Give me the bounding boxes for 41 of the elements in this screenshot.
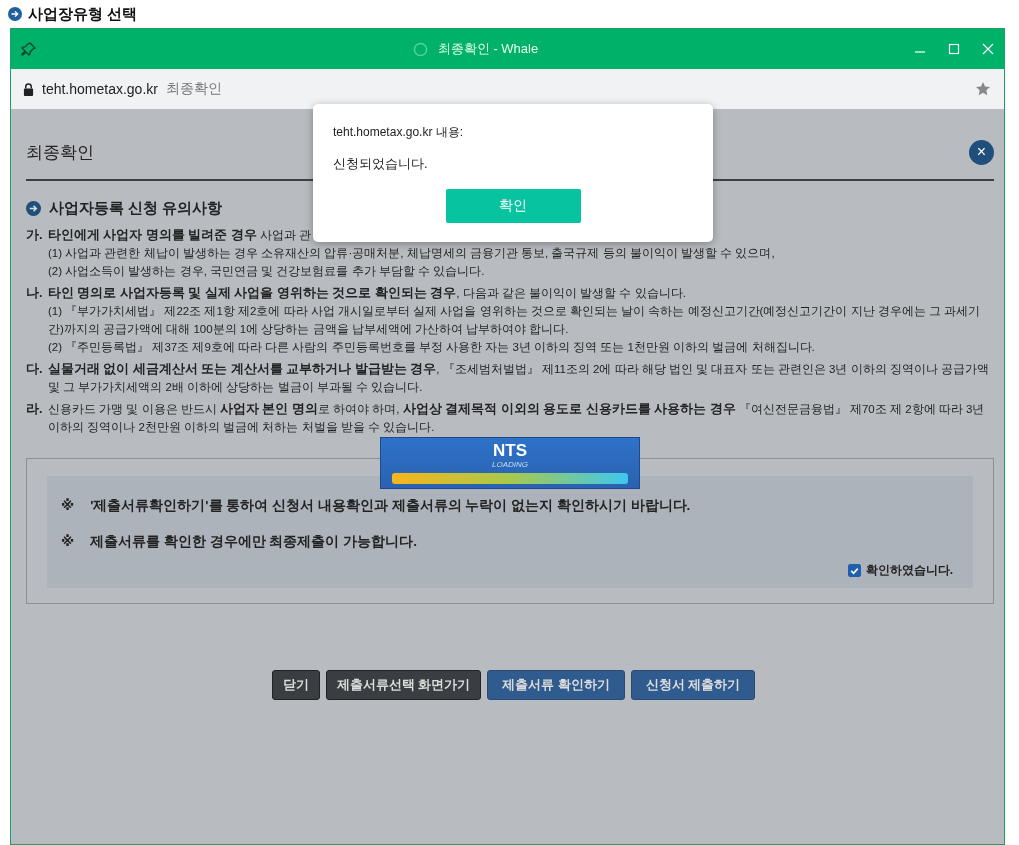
reference-mark: ※ [61,497,75,515]
close-button[interactable]: × [969,139,994,165]
dialog-heading: 최종확인 [26,141,94,164]
pin-icon[interactable] [21,41,37,57]
circle-icon [412,41,428,57]
loading-subtitle: LOADING [492,460,528,470]
notice-subtext: (2) 사업소득이 발생하는 경우, 국민연금 및 건강보험료를 추가 부담할 수 있습니다. [47,264,486,279]
action-button[interactable]: 신청서 제출하기 [630,670,756,700]
notice-line: 제출서류를 확인한 경우에만 최종제출이 가능합니다. [90,533,417,551]
notice-subtext: (1) 사업과 관련한 체납이 발생하는 경우 소유재산의 압류·공매처분, 체납명세의 금융기관 통보, 출국규제 등의 불이익이 발생할 수 있으며, [47,246,776,261]
section-title: 사업자등록 신청 유의사항 [49,199,223,218]
item-marker: 라. [26,401,44,418]
reference-mark: ※ [61,533,75,551]
address-page-title: 최종확인 [165,80,222,98]
item-marker: 가. [26,227,44,244]
loading-title: NTS [493,442,527,460]
notice-text: 신용카드 가맹 및 이용은 반드시 사업자 본인 명의로 하여야 하며, 사업상 결제목적 이외의 용도로 신용카드를 사용하는 경우 『여신전문금융법』 제70조 제 2항에 따라 3년이하의 징역이나 2천만원 이하의 벌금에 처하는 처벌을 받을 수 있습니다. [48,401,986,435]
item-marker: 나. [26,285,44,302]
arrow-circle-icon [8,7,22,21]
notice-subtext: (1) 『부가가치세법』 제22조 제1항 제2호에 따라 사업 개시일로부터 실제 사업을 영위하는 것으로 확인되는 날이 속하는 예정신고기간(예정신고기간이 지난 경우에는 그 과세기간)까지의 공급가액에 대해 100분의 1에 상당하는 금액을 납부세액에 가산하여 납부하여야 합니다. [47,304,982,337]
checkbox-label: 확인하였습니다. [865,562,953,579]
notice-text: 실물거래 없이 세금계산서 또는 계산서를 교부하거나 발급받는 경우, 『조세범처벌법』 제11조의 2에 따라 해당 법인 및 대표자 또는 관련인은 3년 이하의 징역이나 공급가액 및 그 부가가치세액의 2배 이하에 상당하는 벌금이 부과될 수 있습니다. [48,361,990,395]
item-marker: 다. [26,361,44,378]
nav-button[interactable]: 닫기 [272,670,320,700]
page-title: 사업장유형 선택 [28,4,138,24]
alert-origin: teht.hometax.go.kr 내용: [333,124,465,141]
close-icon[interactable] [982,43,994,55]
action-button[interactable]: 제출서류 확인하기 [487,670,625,700]
window-title: 최종확인 - Whale [437,40,539,58]
notice-line: '제출서류확인하기'를 통하여 신청서 내용확인과 제출서류의 누락이 없는지 확인하시기 바랍니다. [90,497,691,515]
notice-text: 타인에게 사업자 명의를 빌려준 경우 사업과 관 [48,227,312,244]
address-url: teht.hometax.go.kr [42,81,158,97]
nav-button[interactable]: 제출서류선택 화면가기 [326,670,482,700]
notice-subtext: (2) 『주민등록법』 제37조 제9호에 따라 다른 사람의 주민등록번호를 부정 사용한 자는 3년 이하의 징역 또는 1천만원 이하의 벌금에 처해집니다. [47,340,816,355]
maximize-icon[interactable] [948,43,960,55]
checkbox[interactable] [847,564,861,577]
notice-text: 타인 명의로 사업자등록 및 실제 사업을 영위하는 것으로 확인되는 경우, 다음과 같은 불이익이 발생할 수 있습니다. [48,285,686,302]
alert-message: 신청되었습니다. [333,155,429,173]
lock-icon [23,82,34,96]
arrow-circle-icon [26,201,41,216]
star-icon[interactable] [976,81,992,97]
